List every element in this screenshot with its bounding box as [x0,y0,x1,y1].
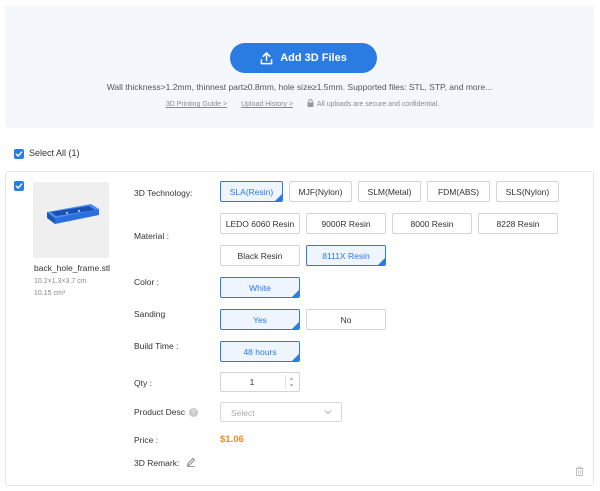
add-3d-files-label: Add 3D Files [280,52,347,64]
material-option-9000r[interactable]: 9000R Resin [306,213,386,234]
pencil-icon[interactable] [186,457,196,467]
upload-panel: Add 3D Files Wall thickness>1.2mm, thinn… [5,5,594,128]
check-icon [15,151,23,157]
file-volume: 10.15 cm³ [34,290,66,297]
secure-note-text: All uploads are secure and confidential. [316,101,440,108]
item-checkbox[interactable] [14,181,24,191]
technology-label: 3D Technology: [134,188,193,198]
select-all-label: Select All (1) [29,148,80,158]
material-option-ledo-6060[interactable]: LEDO 6060 Resin [220,213,300,234]
sanding-option-yes[interactable]: Yes [220,309,300,330]
secure-note: All uploads are secure and confidential. [307,99,440,108]
check-icon [15,183,23,189]
sanding-option-no[interactable]: No [306,309,386,330]
product-desc-placeholder: Select [231,408,255,418]
material-option-8228[interactable]: 8228 Resin [478,213,558,234]
product-desc-label-text: Product Desc [134,407,186,417]
color-label: Color : [134,277,160,287]
help-icon[interactable]: ? [189,408,199,418]
product-desc-select[interactable]: Select [220,402,342,422]
lock-icon [307,99,314,107]
trash-icon[interactable] [575,466,584,476]
select-all-checkbox[interactable] [14,149,24,159]
color-option-white[interactable]: White [220,277,300,298]
qty-step-buttons[interactable]: ▲ ▼ [285,375,297,389]
upload-links: 3D Printing Guide > Upload History > All… [5,99,594,108]
chevron-down-icon [324,410,332,415]
material-option-8000[interactable]: 8000 Resin [392,213,472,234]
qty-increment-icon[interactable]: ▲ [289,376,294,382]
technology-option-mjf[interactable]: MJF(Nylon) [289,181,352,202]
printing-guide-link[interactable]: 3D Printing Guide > [166,101,227,108]
technology-option-slm[interactable]: SLM(Metal) [358,181,421,202]
upload-icon [260,51,273,64]
qty-decrement-icon[interactable]: ▼ [289,383,294,389]
price-value: $1.06 [220,434,244,445]
upload-history-link[interactable]: Upload History > [241,101,293,108]
price-label: Price : [134,435,159,445]
material-option-black-resin[interactable]: Black Resin [220,245,300,266]
remark-label: 3D Remark: [134,458,180,468]
build-time-option-48h[interactable]: 48 hours [220,341,300,362]
qty-stepper[interactable]: 1 ▲ ▼ [220,372,300,392]
upload-requirements-hint: Wall thickness>1.2mm, thinnest part≥0.8m… [106,82,493,92]
qty-label: Qty : [134,378,152,388]
technology-option-sla[interactable]: SLA(Resin) [220,181,283,202]
product-desc-label: Product Desc? [134,407,199,418]
model-preview-image [47,204,99,224]
technology-option-fdm[interactable]: FDM(ABS) [427,181,490,202]
build-time-label: Build Time : [134,341,179,351]
model-thumbnail[interactable] [33,182,109,258]
add-3d-files-button[interactable]: Add 3D Files [230,43,377,73]
sanding-label: Sanding [134,309,166,319]
material-label: Material : [134,231,169,241]
technology-option-sls[interactable]: SLS(Nylon) [496,181,559,202]
file-name: back_hole_frame.stl [34,263,111,273]
qty-input[interactable]: 1 [221,373,283,391]
material-option-8111x[interactable]: 8111X Resin [306,245,386,266]
file-dimensions: 10.2×1.3×3.7 cm [34,278,87,285]
